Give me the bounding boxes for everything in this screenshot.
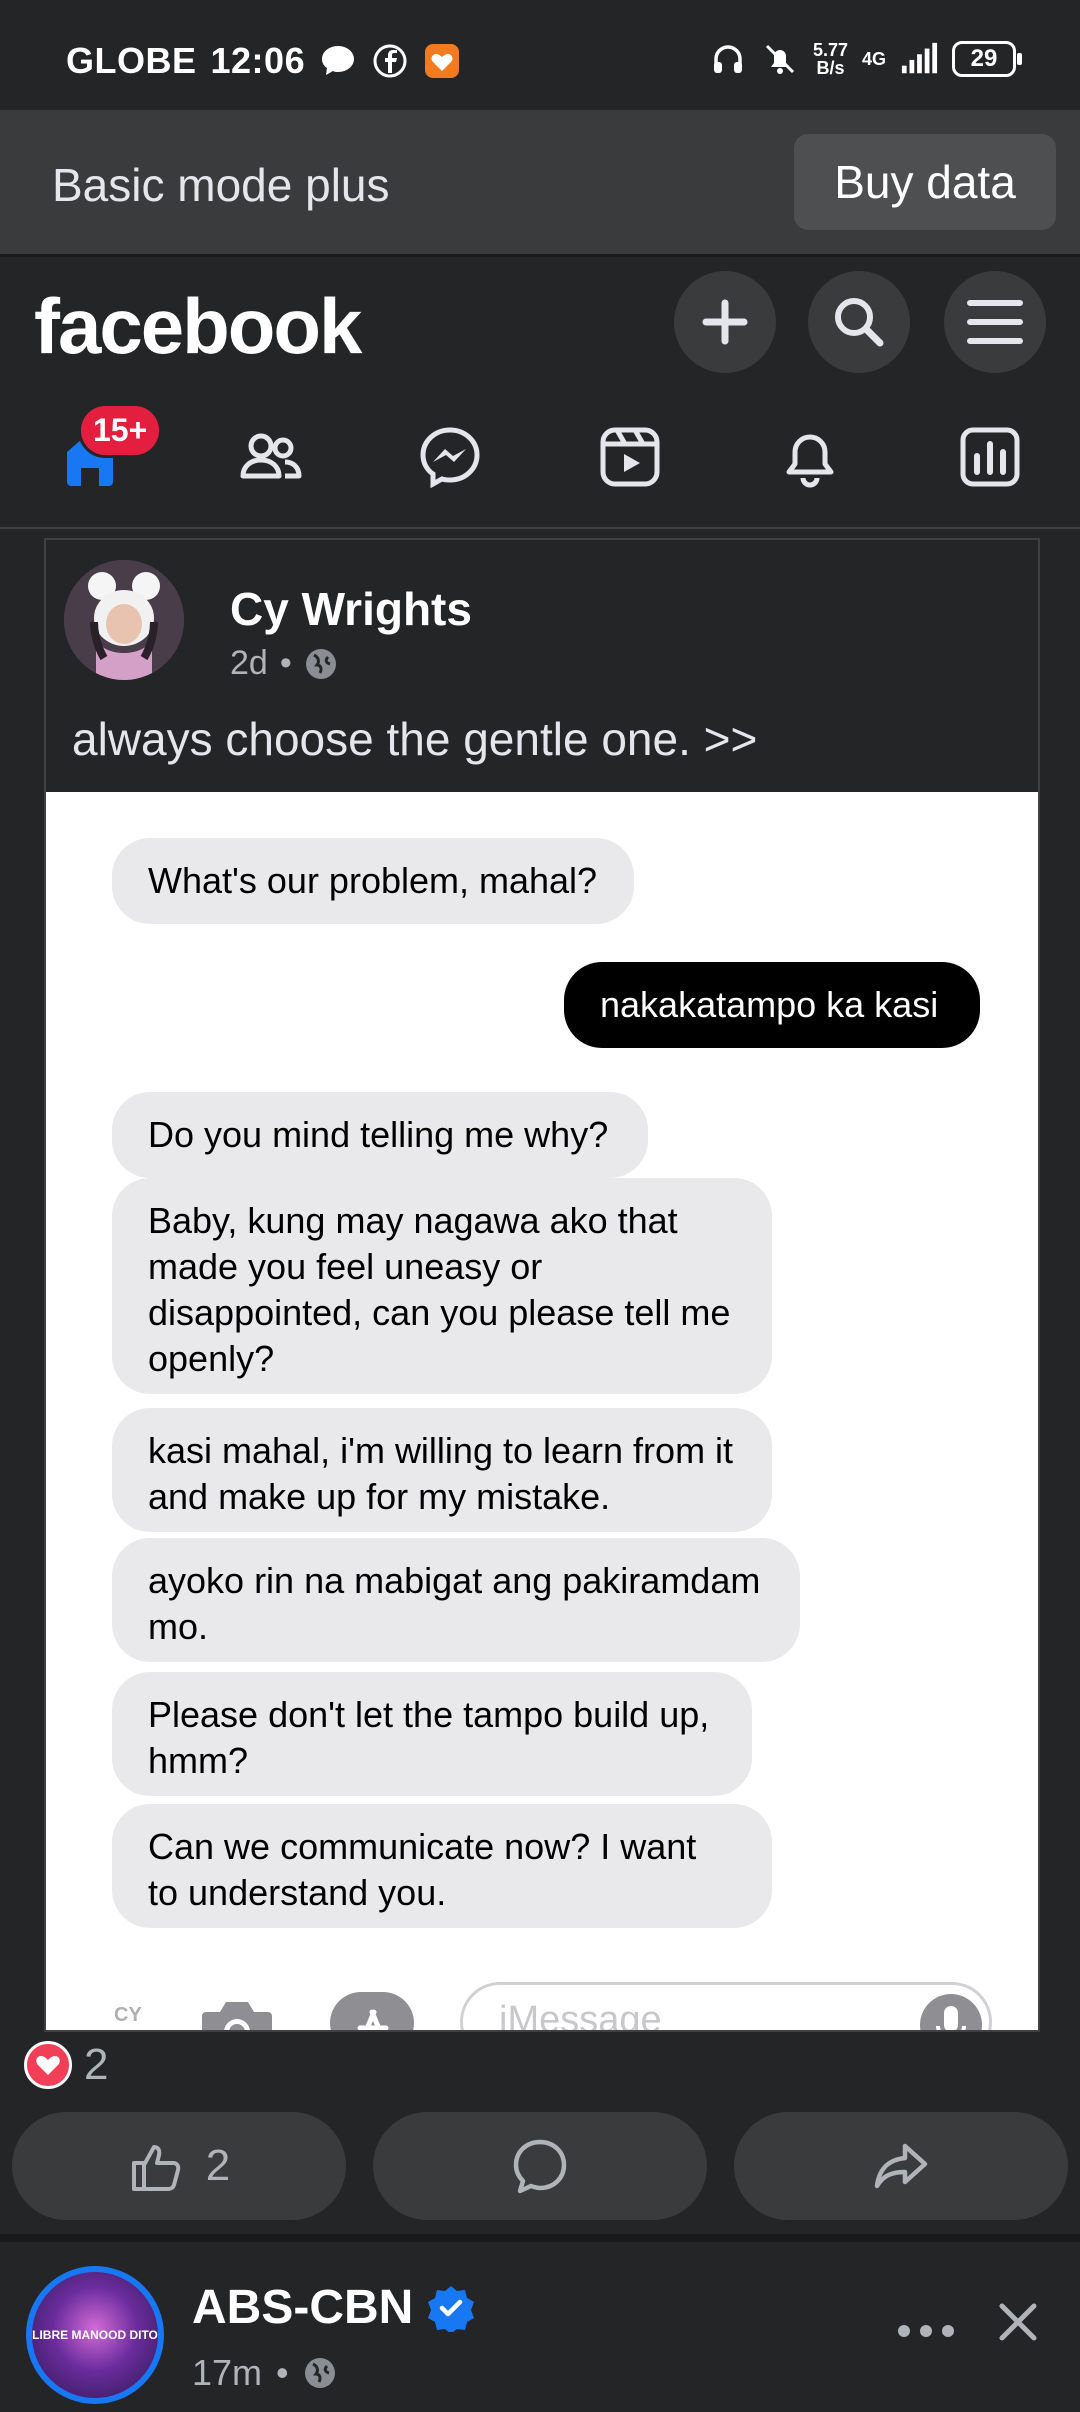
feed-post: Cy Wrights 2d • always choose the gentle… — [44, 538, 1040, 2032]
chat-bubble-icon — [319, 42, 357, 80]
microphone-icon — [920, 1994, 982, 2030]
carrier-name: GLOBE — [66, 40, 197, 81]
message-bubble: kasi mahal, i'm willing to learn from it… — [112, 1408, 772, 1532]
page-name-row: ABS-CBN — [192, 2280, 475, 2335]
comment-button[interactable] — [373, 2112, 707, 2220]
like-button[interactable]: 2 — [12, 2112, 346, 2220]
messenger-icon — [420, 427, 480, 489]
tab-home[interactable]: 15+ — [30, 397, 163, 517]
next-post-header: LIBRE MANOOD DITO ABS-CBN 17m • — [0, 2242, 1080, 2412]
buy-data-button[interactable]: Buy data — [794, 134, 1056, 230]
message-bubble: Do you mind telling me why? — [112, 1092, 648, 1178]
tab-bar: 15+ — [0, 397, 1080, 517]
dashboard-icon — [960, 427, 1020, 487]
hamburger-menu-icon — [967, 300, 1023, 344]
meta-dot: • — [276, 2352, 289, 2393]
share-icon — [874, 2143, 928, 2189]
video-icon — [600, 427, 660, 487]
globe-icon — [305, 648, 336, 679]
post-actions: 2 — [12, 2112, 1068, 2220]
next-post-time[interactable]: 17m — [192, 2352, 262, 2394]
plus-icon — [702, 299, 748, 345]
tab-friends[interactable] — [210, 397, 330, 517]
basic-mode-banner: Basic mode plus Buy data — [0, 110, 1080, 257]
post-caption: always choose the gentle one. >> — [72, 713, 758, 765]
create-button[interactable] — [674, 271, 776, 373]
status-left: GLOBE 12:06 — [66, 40, 461, 82]
camera-icon — [202, 2002, 272, 2030]
message-bubble-sent: nakakatampo ka kasi — [564, 962, 980, 1048]
more-dots-icon — [898, 2325, 954, 2337]
search-button[interactable] — [808, 271, 910, 373]
signal-icon — [900, 40, 938, 78]
message-bubble: Baby, kung may nagawa ako that made you … — [112, 1178, 772, 1394]
hide-post-button[interactable] — [994, 2298, 1042, 2346]
thumbs-up-icon — [131, 2145, 180, 2191]
avatar-portrait — [64, 560, 184, 680]
page-avatar[interactable]: LIBRE MANOOD DITO — [26, 2266, 164, 2404]
post-author-name[interactable]: Cy Wrights — [230, 582, 472, 636]
feed-divider — [0, 2234, 1080, 2242]
search-icon — [835, 298, 884, 347]
message-bubble: Can we communicate now? I want to unders… — [112, 1804, 772, 1928]
message-bubble: ayoko rin na mabigat ang pakiramdam mo. — [112, 1538, 800, 1662]
message-bubble: What's our problem, mahal? — [112, 838, 634, 924]
friends-icon — [240, 433, 302, 479]
bell-icon — [786, 434, 834, 488]
share-button[interactable] — [734, 2112, 1068, 2220]
heart-app-icon — [423, 42, 461, 80]
reaction-count: 2 — [84, 2040, 109, 2089]
network-speed: 5.77 B/s — [813, 41, 848, 77]
app-header: facebook 15+ — [0, 257, 1080, 529]
app-store-icon — [330, 1992, 414, 2030]
clock: 12:06 — [210, 40, 306, 81]
status-right: 5.77 B/s 4G 29 — [709, 40, 1022, 78]
notification-count-badge: 15+ — [78, 403, 163, 458]
close-icon — [999, 2303, 1037, 2341]
reaction-summary[interactable]: 2 — [24, 2040, 108, 2090]
love-reaction-icon — [24, 2041, 72, 2089]
menu-button[interactable] — [944, 271, 1046, 373]
network-type: 4G — [861, 49, 886, 69]
post-meta: 2d • — [230, 644, 338, 683]
mute-bell-icon — [761, 40, 799, 78]
globe-icon — [304, 2358, 335, 2388]
more-options-button[interactable] — [896, 2302, 956, 2352]
status-bar: GLOBE 12:06 5.77 B/s 4G 29 — [0, 0, 1080, 110]
basic-mode-label: Basic mode plus — [52, 159, 390, 211]
tab-messenger[interactable] — [390, 397, 510, 517]
like-count: 2 — [205, 2141, 231, 2190]
meta-dot: • — [279, 644, 292, 682]
facebook-app-icon — [371, 42, 409, 80]
post-time[interactable]: 2d — [230, 644, 268, 683]
facebook-logo[interactable]: facebook — [34, 281, 362, 372]
avatar-text: LIBRE MANOOD DITO — [32, 2327, 158, 2342]
headphones-icon — [709, 40, 747, 78]
network-speed-unit: B/s — [816, 58, 845, 78]
verified-badge-icon — [428, 2285, 475, 2332]
imessage-input: iMessage — [460, 1982, 992, 2030]
watermark-text: CY — [114, 2004, 142, 2026]
tab-dashboard[interactable] — [930, 397, 1050, 517]
message-bubble: Please don't let the tampo build up, hmm… — [112, 1672, 752, 1796]
author-avatar[interactable] — [64, 560, 184, 680]
next-post-meta: 17m • — [192, 2352, 337, 2394]
page-name[interactable]: ABS-CBN — [192, 2280, 413, 2335]
comment-icon — [513, 2139, 567, 2194]
post-image[interactable]: What's our problem, mahal? nakakatampo k… — [46, 792, 1038, 2030]
tab-video[interactable] — [570, 397, 690, 517]
network-speed-value: 5.77 — [812, 40, 848, 60]
tab-notifications[interactable] — [750, 397, 870, 517]
imessage-bar: CY iMessage — [46, 1982, 1038, 2030]
battery-indicator: 29 — [952, 41, 1022, 77]
